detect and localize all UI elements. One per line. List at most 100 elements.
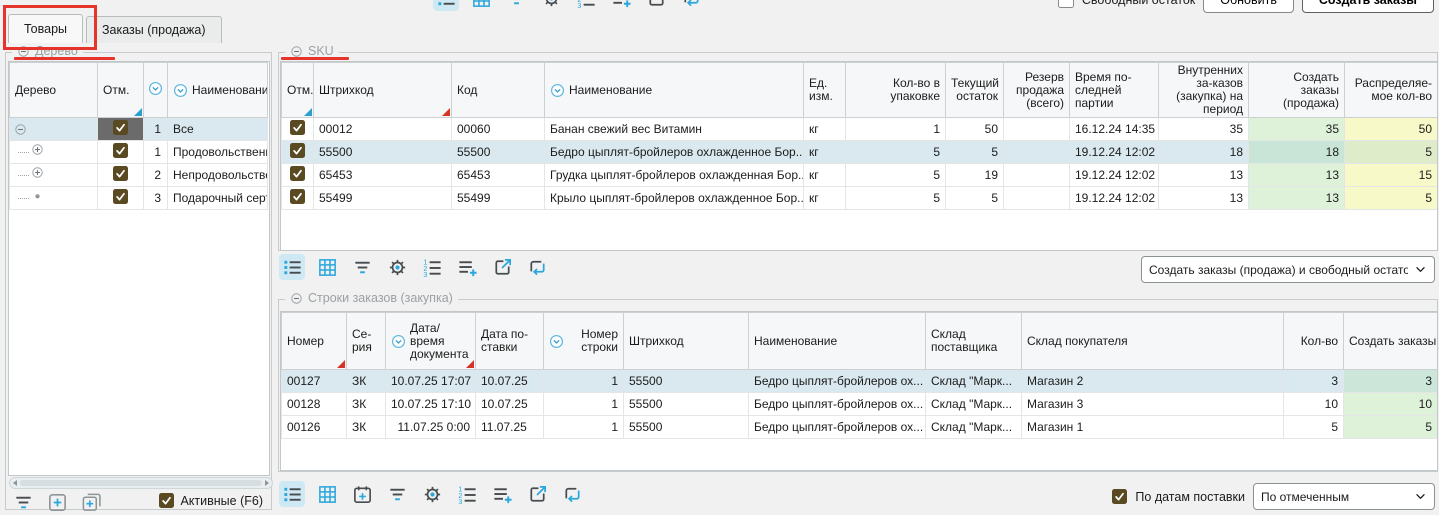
numbered-list-icon[interactable] bbox=[454, 481, 480, 507]
column-header-name[interactable]: Наименование bbox=[168, 63, 268, 118]
grid-view-icon[interactable] bbox=[314, 254, 340, 280]
column-header-reserve[interactable]: Резерв продажа (всего) bbox=[1004, 63, 1070, 118]
cell[interactable] bbox=[1004, 141, 1070, 164]
cell[interactable]: 35 bbox=[1159, 118, 1249, 141]
tree-row[interactable]: 2 Непродовольственн... bbox=[10, 164, 268, 187]
order-line-row[interactable]: 00126ЗК 11.07.25 0:0011.07.25 155500 Бед… bbox=[282, 416, 1438, 439]
export-icon[interactable] bbox=[524, 481, 550, 507]
cell[interactable]: 10.07.25 17:07 bbox=[386, 370, 476, 393]
cell[interactable]: 19.12.24 12:02 bbox=[1070, 164, 1159, 187]
cell[interactable]: 13 bbox=[1159, 164, 1249, 187]
collapse-icon[interactable] bbox=[17, 45, 30, 58]
collapse-icon[interactable] bbox=[290, 45, 303, 58]
tree-row[interactable]: 3 Подарочный сертиф... bbox=[10, 187, 268, 210]
list-view-icon[interactable] bbox=[279, 254, 305, 280]
export-icon[interactable] bbox=[489, 254, 515, 280]
row-checkbox[interactable] bbox=[290, 143, 305, 158]
cell[interactable]: 10.07.25 bbox=[476, 370, 544, 393]
cell[interactable]: 50 bbox=[946, 118, 1004, 141]
column-header-number[interactable]: Номер bbox=[282, 313, 347, 370]
filter-icon[interactable] bbox=[503, 0, 529, 11]
cell[interactable]: 55500 bbox=[624, 370, 749, 393]
cell[interactable]: 13 bbox=[1249, 187, 1345, 210]
cell[interactable]: 5 bbox=[1345, 141, 1438, 164]
column-header-doc-datetime[interactable]: Дата/время документа bbox=[386, 313, 476, 370]
column-header-name[interactable]: Наименование bbox=[749, 313, 926, 370]
column-header-check[interactable]: Отм. bbox=[282, 63, 314, 118]
column-header-name[interactable]: Наименование bbox=[545, 63, 804, 118]
cell[interactable]: 19 bbox=[946, 164, 1004, 187]
cell[interactable]: 50 bbox=[1345, 118, 1438, 141]
filter-circle-icon[interactable] bbox=[173, 83, 188, 98]
column-header-line-number[interactable]: Номер строки bbox=[544, 313, 624, 370]
cell[interactable] bbox=[1004, 187, 1070, 210]
column-header-num-filter[interactable] bbox=[144, 63, 168, 118]
tree-hscrollbar[interactable] bbox=[9, 477, 273, 489]
cell[interactable]: 35 bbox=[1249, 118, 1345, 141]
calendar-icon[interactable] bbox=[349, 481, 375, 507]
grid-view-icon[interactable] bbox=[468, 0, 494, 11]
cell[interactable]: 55500 bbox=[452, 141, 545, 164]
cell[interactable]: 00060 bbox=[452, 118, 545, 141]
row-checkbox[interactable] bbox=[113, 143, 128, 158]
cell[interactable]: 00126 bbox=[282, 416, 347, 439]
column-header-check[interactable]: Отм. bbox=[98, 63, 144, 118]
cell[interactable]: 1 bbox=[144, 141, 168, 164]
column-header-barcode[interactable]: Штрихкод bbox=[314, 63, 452, 118]
cell[interactable]: 10.07.25 bbox=[476, 393, 544, 416]
cell[interactable]: Склад "Марк... bbox=[926, 416, 1022, 439]
filter-circle-icon[interactable] bbox=[550, 83, 565, 98]
cell[interactable]: 13 bbox=[1249, 164, 1345, 187]
add-list-icon[interactable] bbox=[489, 481, 515, 507]
cell[interactable] bbox=[282, 141, 314, 164]
column-header-supplier-warehouse[interactable]: Склад поставщика bbox=[926, 313, 1022, 370]
add-list-icon[interactable] bbox=[608, 0, 634, 11]
scroll-left-icon[interactable] bbox=[13, 480, 17, 486]
cell[interactable]: Магазин 1 bbox=[1022, 416, 1284, 439]
cell[interactable]: 5 bbox=[1345, 187, 1438, 210]
create-orders-button[interactable]: Создать заказы bbox=[1302, 0, 1434, 13]
tree-row[interactable]: 1 Продовольственные... bbox=[10, 141, 268, 164]
cell[interactable]: 15 bbox=[1345, 164, 1438, 187]
settings-gear-icon[interactable] bbox=[538, 0, 564, 11]
row-checkbox[interactable] bbox=[113, 120, 128, 135]
filter-icon[interactable] bbox=[349, 254, 375, 280]
cell[interactable]: кг bbox=[804, 187, 846, 210]
row-checkbox[interactable] bbox=[290, 120, 305, 135]
column-header-last-batch[interactable]: Время по-следней партии bbox=[1070, 63, 1159, 118]
cell[interactable]: 18 bbox=[1249, 141, 1345, 164]
collapse-node-icon[interactable] bbox=[14, 123, 92, 136]
cell[interactable]: 10.07.25 17:10 bbox=[386, 393, 476, 416]
cell[interactable]: 65453 bbox=[314, 164, 452, 187]
cell[interactable]: 00128 bbox=[282, 393, 347, 416]
cell[interactable]: 10 bbox=[1284, 393, 1344, 416]
distribution-mode-dropdown[interactable]: Создать заказы (продажа) и свободный ост… bbox=[1141, 256, 1435, 283]
add-list-icon[interactable] bbox=[454, 254, 480, 280]
cell[interactable]: Непродовольственн... bbox=[168, 164, 268, 187]
add-group-icon[interactable] bbox=[78, 489, 104, 515]
list-view-icon[interactable] bbox=[279, 481, 305, 507]
filter-circle-icon[interactable] bbox=[391, 334, 406, 349]
cell[interactable]: 55499 bbox=[314, 187, 452, 210]
export-icon[interactable] bbox=[643, 0, 669, 11]
scroll-right-icon[interactable] bbox=[265, 480, 269, 486]
tree-row[interactable]: 1 Все bbox=[10, 118, 268, 141]
cell[interactable]: Магазин 3 bbox=[1022, 393, 1284, 416]
row-checkbox[interactable] bbox=[113, 166, 128, 181]
tree-panel-header[interactable]: Дерево bbox=[12, 44, 83, 58]
cell[interactable]: ЗК bbox=[347, 370, 386, 393]
reload-icon[interactable] bbox=[559, 481, 585, 507]
order-line-row[interactable]: 00128ЗК 10.07.25 17:1010.07.25 155500 Бе… bbox=[282, 393, 1438, 416]
cell[interactable] bbox=[282, 164, 314, 187]
sku-row[interactable]: 5549955499 Крыло цыплят-бройлеров охлажд… bbox=[282, 187, 1438, 210]
cell[interactable] bbox=[98, 141, 144, 164]
cell[interactable] bbox=[1004, 118, 1070, 141]
cell[interactable]: 2 bbox=[144, 164, 168, 187]
cell[interactable]: Все bbox=[168, 118, 268, 141]
settings-gear-icon[interactable] bbox=[419, 481, 445, 507]
cell[interactable] bbox=[98, 118, 144, 141]
cell[interactable]: 1 bbox=[544, 393, 624, 416]
scroll-thumb[interactable] bbox=[20, 480, 262, 486]
order-lines-panel-header[interactable]: Строки заказов (закупка) bbox=[285, 291, 458, 305]
cell[interactable]: 55500 bbox=[624, 393, 749, 416]
